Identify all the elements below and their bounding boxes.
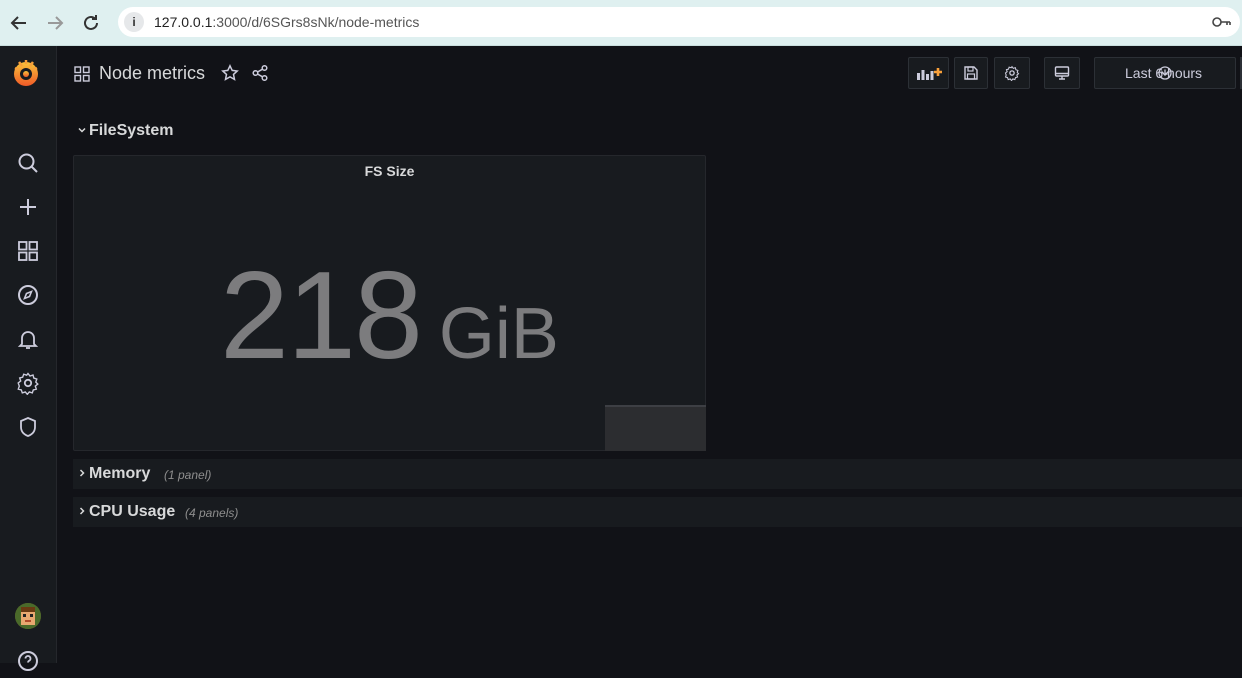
row-title: CPU Usage: [89, 503, 176, 520]
dashboard-toolbar: Node metrics Last 6 hours: [57, 46, 1242, 102]
row-filesystem[interactable]: FileSystem: [73, 116, 1242, 146]
chevron-right-icon: [79, 469, 85, 477]
arrow-left-icon: [10, 16, 26, 30]
help-icon[interactable]: [16, 649, 40, 673]
row-panel-count: (4 panels): [185, 506, 239, 520]
share-icon[interactable]: [251, 64, 269, 82]
url-text: 127.0.0.1:3000/d/6SGrs8sNk/node-metrics: [154, 14, 420, 30]
save-dashboard-button[interactable]: [954, 57, 988, 89]
row-memory[interactable]: Memory (1 panel): [73, 459, 1242, 489]
panel-title[interactable]: FS Size: [74, 163, 705, 179]
stat-unit: GiB: [438, 294, 559, 374]
forward-button[interactable]: [43, 11, 67, 35]
dashboard-settings-button[interactable]: [994, 57, 1030, 89]
save-icon: [964, 66, 978, 80]
plus-icon[interactable]: [16, 195, 40, 219]
chevron-down-icon: [1160, 70, 1170, 77]
back-button[interactable]: [7, 11, 31, 35]
sidebar: [0, 46, 57, 671]
stat-panel-fs-size[interactable]: FS Size 218 GiB: [73, 155, 706, 451]
panel-resize-overlay: [605, 405, 706, 451]
alerting-bell-icon[interactable]: [16, 327, 40, 351]
monitor-icon: [1054, 66, 1070, 80]
add-panel-icon: [916, 68, 942, 80]
row-panel-count: (1 panel): [164, 468, 212, 482]
browser-toolbar: i 127.0.0.1:3000/d/6SGrs8sNk/node-metric…: [0, 0, 1242, 46]
reload-icon: [84, 15, 98, 30]
gear-icon[interactable]: [16, 371, 40, 396]
user-avatar[interactable]: [15, 603, 41, 629]
explore-icon[interactable]: [16, 283, 40, 307]
stat-value: 218 GiB: [74, 246, 705, 386]
cycle-view-mode-button[interactable]: [1044, 57, 1080, 89]
chevron-down-icon: [78, 127, 86, 133]
dashboard-grid-icon: [74, 66, 90, 82]
dashboard-main: Node metrics Last 6 hours FileSystem FS …: [57, 46, 1242, 663]
chevron-right-icon: [79, 507, 85, 515]
star-icon[interactable]: [221, 64, 239, 82]
password-key-icon[interactable]: [1212, 13, 1232, 31]
reload-button[interactable]: [79, 11, 103, 35]
grafana-logo-icon[interactable]: [11, 58, 41, 88]
time-range-picker[interactable]: Last 6 hours: [1094, 57, 1236, 89]
row-title: FileSystem: [89, 122, 174, 139]
gear-icon: [1004, 65, 1020, 81]
arrow-right-icon: [48, 16, 64, 30]
search-icon[interactable]: [16, 151, 40, 175]
row-title: Memory: [89, 465, 151, 482]
add-panel-button[interactable]: [908, 57, 949, 89]
dashboards-icon[interactable]: [16, 239, 40, 263]
row-cpu-usage[interactable]: CPU Usage (4 panels): [73, 497, 1242, 527]
shield-icon[interactable]: [16, 415, 40, 439]
address-bar[interactable]: i 127.0.0.1:3000/d/6SGrs8sNk/node-metric…: [118, 7, 1240, 37]
stat-number: 218: [220, 247, 423, 385]
site-info-icon[interactable]: i: [124, 12, 144, 32]
dashboard-title[interactable]: Node metrics: [99, 63, 205, 84]
